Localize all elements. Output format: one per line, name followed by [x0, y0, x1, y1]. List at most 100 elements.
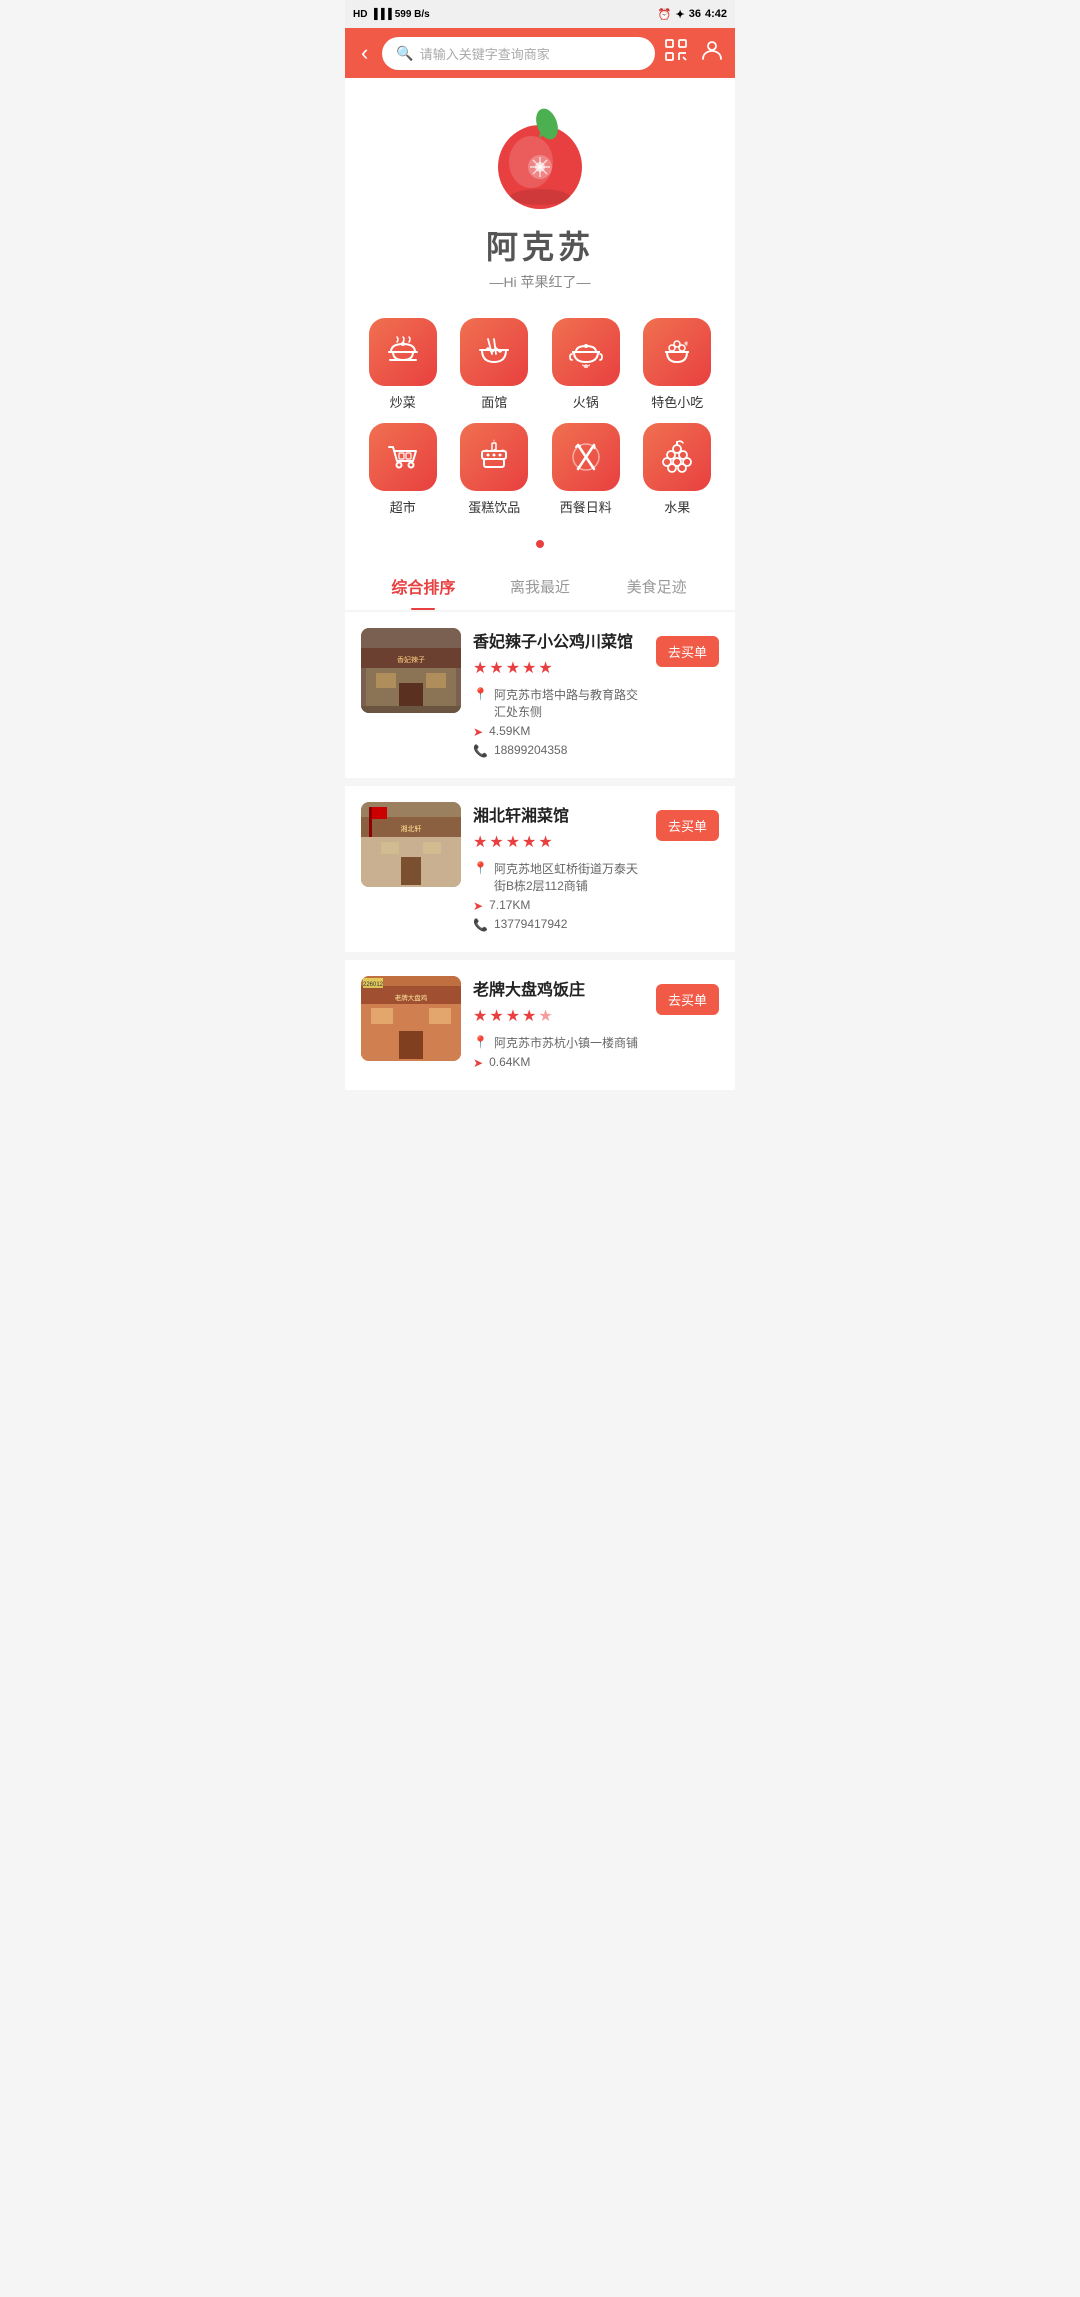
restaurant-name: 老牌大盘鸡饭庄	[473, 976, 644, 1000]
category-western[interactable]: 西餐日料	[544, 423, 628, 516]
restaurant-distance: 0.64KM	[489, 1055, 530, 1069]
card-right: 去买单	[656, 628, 719, 667]
fruit-label: 水果	[664, 497, 690, 516]
address-row: 📍 阿克苏市塔中路与教育路交汇处东侧	[473, 686, 644, 720]
carousel-dot-active	[536, 540, 544, 548]
category-cake[interactable]: 蛋糕饮品	[453, 423, 537, 516]
brand-slogan: —Hi 苹果红了—	[489, 272, 590, 292]
stir-fry-label: 炒菜	[390, 392, 416, 411]
cake-icon-box	[460, 423, 528, 491]
status-bar: HD ▐▐▐ 599 B/s ⏰ ✦ 36 4:42	[345, 0, 735, 28]
category-hotpot[interactable]: 火锅	[544, 318, 628, 411]
restaurant-info: 老牌大盘鸡饭庄 ★ ★ ★ ★ ★ 📍 阿克苏市苏杭小镇一楼商铺 ➤ 0.64K…	[473, 976, 644, 1074]
supermarket-label: 超市	[390, 497, 416, 516]
star-2: ★	[489, 832, 503, 852]
restaurant-address: 阿克苏地区虹桥街道万泰天街B栋2层112商铺	[494, 860, 644, 894]
phone-icon: 📞	[473, 918, 488, 932]
header-icons	[665, 39, 723, 67]
star-1: ★	[473, 1006, 487, 1026]
card-right: 去买单	[656, 802, 719, 841]
hotpot-icon-box	[552, 318, 620, 386]
restaurant-card: 湘北轩 湘北轩湘菜馆 ★ ★ ★ ★ ★ 📍 阿克苏地区虹桥街道万泰天街B栋2层…	[345, 786, 735, 952]
address-row: 📍 阿克苏地区虹桥街道万泰天街B栋2层112商铺	[473, 860, 644, 894]
snacks-label: 特色小吃	[651, 392, 703, 411]
star-4: ★	[522, 658, 536, 678]
restaurant-phone: 18899204358	[494, 743, 567, 757]
tab-comprehensive[interactable]: 综合排序	[365, 560, 482, 610]
category-grid: 炒菜 面馆	[361, 318, 719, 516]
restaurant-card: 226012 老牌大盘鸡 老牌大盘鸡饭庄 ★ ★ ★ ★ ★ 📍 阿克苏市	[345, 960, 735, 1090]
star-rating: ★ ★ ★ ★ ★	[473, 832, 644, 852]
battery-level: 36	[689, 8, 701, 20]
back-button[interactable]: ‹	[357, 36, 372, 70]
signal-strength: 599 B/s	[395, 9, 430, 20]
star-1: ★	[473, 658, 487, 678]
brand-name: 阿克苏	[486, 222, 594, 268]
category-section: 炒菜 面馆	[345, 308, 735, 532]
restaurant-address: 阿克苏市塔中路与教育路交汇处东侧	[494, 686, 644, 720]
category-fruit[interactable]: 水果	[636, 423, 720, 516]
restaurant-card: 香妃辣子 香妃辣子小公鸡川菜馆 ★ ★ ★ ★ ★ 📍 阿克苏市塔中路与教育路交…	[345, 612, 735, 778]
western-label: 西餐日料	[560, 497, 612, 516]
phone-row: 📞 13779417942	[473, 917, 644, 932]
phone-icon: 📞	[473, 744, 488, 758]
distance-row: ➤ 7.17KM	[473, 898, 644, 913]
star-4: ★	[522, 832, 536, 852]
restaurant-info: 湘北轩湘菜馆 ★ ★ ★ ★ ★ 📍 阿克苏地区虹桥街道万泰天街B栋2层112商…	[473, 802, 644, 936]
category-supermarket[interactable]: 超市	[361, 423, 445, 516]
direction-icon: ➤	[473, 899, 483, 913]
star-3: ★	[506, 658, 520, 678]
search-placeholder: 请输入关键字查询商家	[420, 44, 550, 63]
distance-row: ➤ 0.64KM	[473, 1055, 644, 1070]
stir-fry-icon-box	[369, 318, 437, 386]
location-icon: 📍	[473, 687, 488, 701]
restaurant-list: 香妃辣子 香妃辣子小公鸡川菜馆 ★ ★ ★ ★ ★ 📍 阿克苏市塔中路与教育路交…	[345, 612, 735, 1090]
restaurant-image: 226012 老牌大盘鸡	[361, 976, 461, 1061]
search-icon: 🔍	[396, 45, 413, 62]
location-icon: 📍	[473, 861, 488, 875]
cake-label: 蛋糕饮品	[468, 497, 520, 516]
restaurant-distance: 7.17KM	[489, 898, 530, 912]
dot-indicator	[345, 532, 735, 560]
sort-tabs: 综合排序 离我最近 美食足迹	[345, 560, 735, 610]
restaurant-name: 湘北轩湘菜馆	[473, 802, 644, 826]
snacks-icon-box	[643, 318, 711, 386]
star-3: ★	[506, 1006, 520, 1026]
buy-button-r3[interactable]: 去买单	[656, 984, 719, 1015]
star-2: ★	[489, 1006, 503, 1026]
svg-text:湘北轩: 湘北轩	[401, 824, 422, 833]
star-5-half: ★	[538, 658, 552, 678]
tab-nearby[interactable]: 离我最近	[482, 562, 599, 609]
category-snacks[interactable]: 特色小吃	[636, 318, 720, 411]
fruit-icon-box	[643, 423, 711, 491]
address-row: 📍 阿克苏市苏杭小镇一楼商铺	[473, 1034, 644, 1051]
distance-row: ➤ 4.59KM	[473, 724, 644, 739]
buy-button-r1[interactable]: 去买单	[656, 636, 719, 667]
restaurant-address: 阿克苏市苏杭小镇一楼商铺	[494, 1034, 638, 1051]
restaurant-image: 香妃辣子	[361, 628, 461, 713]
user-icon[interactable]	[701, 39, 723, 67]
brand-logo	[485, 102, 595, 212]
star-5-half: ★	[538, 1006, 552, 1026]
status-right: ⏰ ✦ 36 4:42	[658, 8, 727, 21]
search-bar[interactable]: 🔍 请输入关键字查询商家	[382, 37, 655, 70]
alarm-icon: ⏰	[658, 8, 672, 21]
star-2: ★	[489, 658, 503, 678]
western-icon-box	[552, 423, 620, 491]
direction-icon: ➤	[473, 1056, 483, 1070]
restaurant-distance: 4.59KM	[489, 724, 530, 738]
buy-button-r2[interactable]: 去买单	[656, 810, 719, 841]
scan-icon[interactable]	[665, 39, 687, 67]
network-indicator: HD	[353, 9, 367, 20]
restaurant-name: 香妃辣子小公鸡川菜馆	[473, 628, 644, 652]
supermarket-icon-box	[369, 423, 437, 491]
category-stir-fry[interactable]: 炒菜	[361, 318, 445, 411]
noodles-label: 面馆	[481, 392, 507, 411]
brand-section: 阿克苏 —Hi 苹果红了—	[345, 78, 735, 308]
header: ‹ 🔍 请输入关键字查询商家	[345, 28, 735, 78]
star-3: ★	[506, 832, 520, 852]
category-noodles[interactable]: 面馆	[453, 318, 537, 411]
star-5-half: ★	[538, 832, 552, 852]
star-4: ★	[522, 1006, 536, 1026]
tab-foodtrail[interactable]: 美食足迹	[598, 562, 715, 609]
